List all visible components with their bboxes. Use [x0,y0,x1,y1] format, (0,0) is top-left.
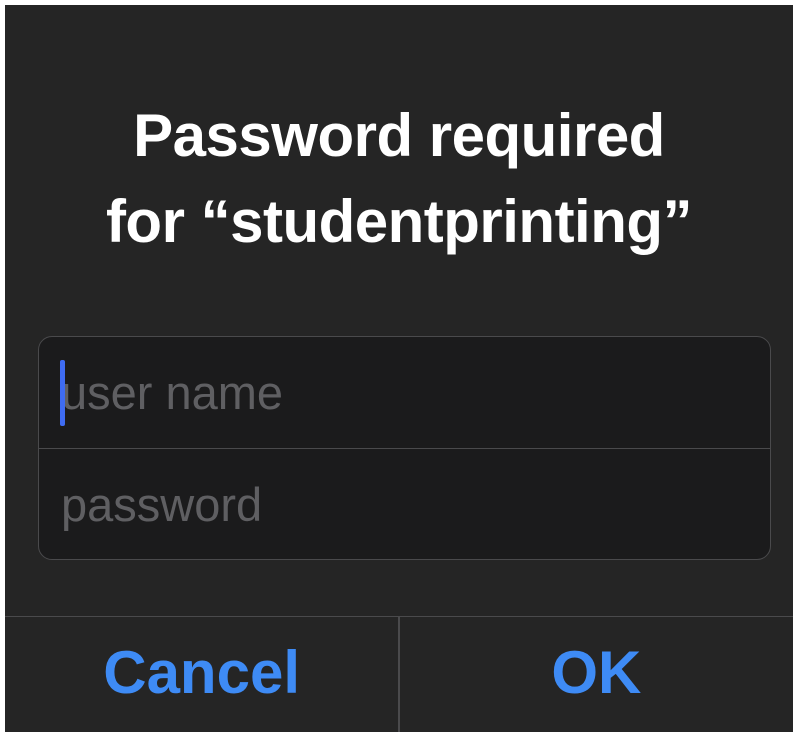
cancel-button[interactable]: Cancel [5,617,398,732]
dialog-title-line-2: for “studentprinting” [105,188,693,255]
username-field-row [39,337,770,448]
text-cursor [60,360,65,426]
password-field-row [39,448,770,559]
dialog-title: Password required for “studentprinting” [5,93,793,265]
password-input[interactable] [61,449,741,559]
dialog-button-bar: Cancel OK [5,616,793,732]
username-input[interactable] [61,337,741,448]
ok-button[interactable]: OK [400,617,793,732]
dialog-title-line-1: Password required [133,102,665,169]
password-dialog: Password required for “studentprinting” … [5,5,793,732]
credentials-fields [38,336,771,560]
